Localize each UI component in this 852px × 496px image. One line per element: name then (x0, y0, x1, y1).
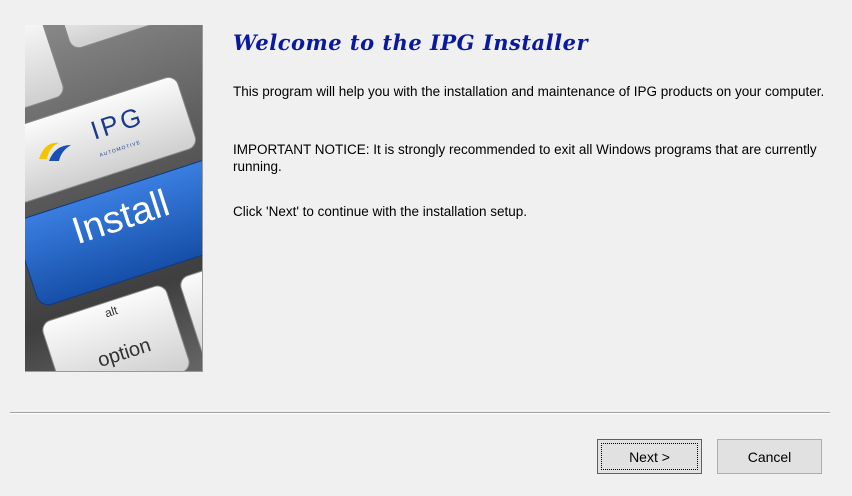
cancel-button[interactable]: Cancel (717, 439, 822, 474)
cancel-button-label: Cancel (747, 448, 792, 465)
ipg-logo-icon (39, 142, 71, 161)
next-button[interactable]: Next > (597, 439, 702, 474)
installer-dialog: IPG AUTOMOTIVE Install alt option Welcom… (0, 0, 852, 496)
button-separator (10, 412, 830, 414)
intro-paragraph: This program will help you with the inst… (233, 84, 825, 99)
focus-ring (601, 443, 698, 470)
important-notice-paragraph: IMPORTANT NOTICE: It is strongly recomme… (233, 142, 817, 174)
continue-instruction-paragraph: Click 'Next' to continue with the instal… (233, 204, 528, 219)
installer-side-image: IPG AUTOMOTIVE Install alt option (25, 25, 203, 372)
welcome-title: Welcome to the IPG Installer (233, 30, 589, 55)
